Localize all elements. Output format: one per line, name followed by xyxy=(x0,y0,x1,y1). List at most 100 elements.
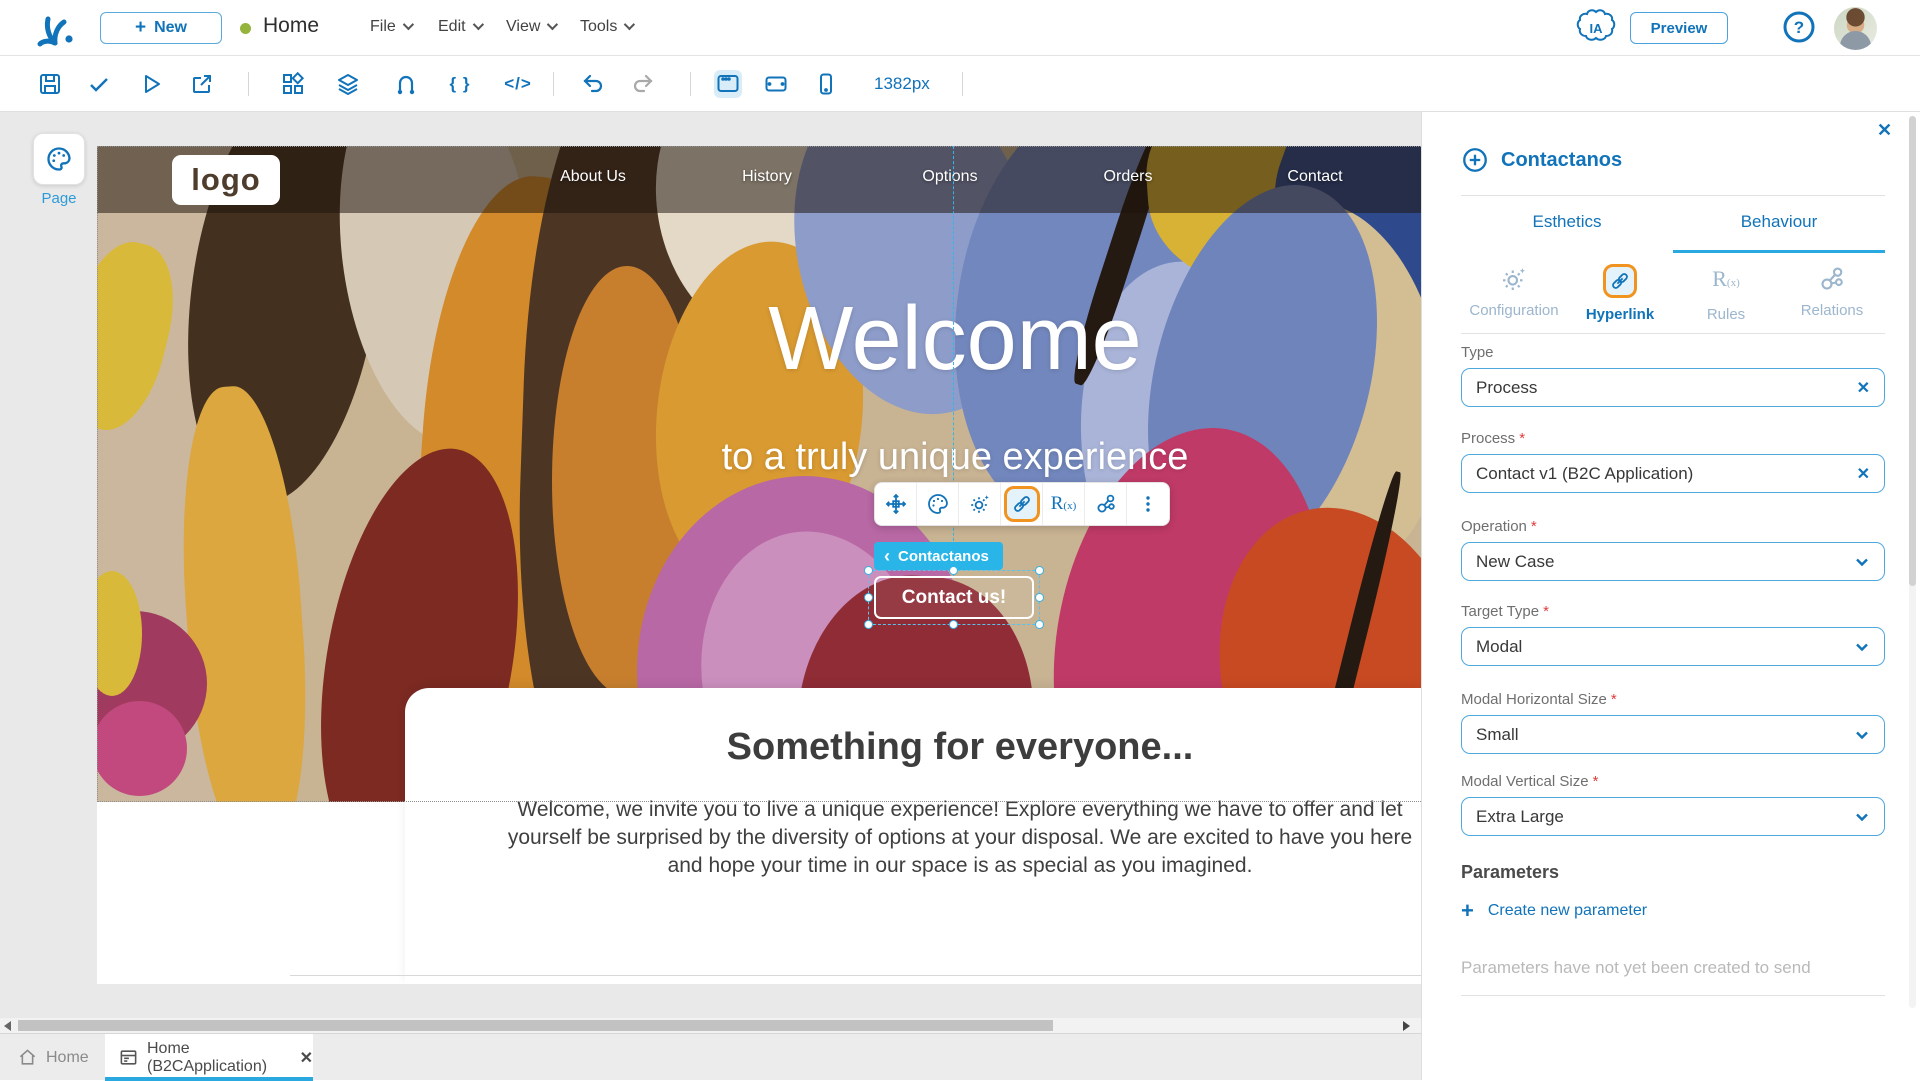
user-avatar[interactable] xyxy=(1834,7,1877,50)
chevron-down-icon[interactable] xyxy=(1854,639,1870,655)
page-style-button[interactable] xyxy=(33,133,85,185)
brand-logo-icon[interactable] xyxy=(36,10,76,50)
subtab-relations[interactable]: Relations xyxy=(1779,264,1885,323)
field-process-input[interactable]: Contact v1 (B2C Application) ✕ xyxy=(1461,454,1885,493)
contact-us-button[interactable]: Contact us! xyxy=(874,576,1034,619)
form-window-icon xyxy=(119,1048,138,1067)
panel-close-icon[interactable]: ✕ xyxy=(1877,120,1892,141)
selection-handle[interactable] xyxy=(949,566,958,575)
clear-icon[interactable]: ✕ xyxy=(1857,464,1870,484)
braces-icon[interactable]: { } xyxy=(446,70,474,98)
field-target-type-select[interactable]: Modal xyxy=(1461,627,1885,666)
chevron-down-icon xyxy=(624,18,636,30)
field-modal-horizontal-size: Modal Horizontal Size * Small xyxy=(1461,691,1885,754)
components-icon[interactable] xyxy=(279,70,307,98)
configuration-gear-icon xyxy=(1499,264,1529,294)
nav-link-orders[interactable]: Orders xyxy=(1104,168,1153,186)
subtab-configuration[interactable]: Configuration xyxy=(1461,264,1567,323)
nav-link-contact[interactable]: Contact xyxy=(1287,168,1342,186)
code-icon[interactable]: </> xyxy=(504,70,532,98)
ai-assistant-icon[interactable]: IA xyxy=(1576,8,1616,48)
chevron-down-icon[interactable] xyxy=(1854,809,1870,825)
preview-button-label: Preview xyxy=(1650,19,1708,37)
tab-close-icon[interactable]: ✕ xyxy=(300,1048,313,1068)
panel-scrollbar[interactable] xyxy=(1909,116,1916,1008)
panel-divider xyxy=(1461,995,1885,996)
page-title: Home xyxy=(263,14,320,37)
style-palette-icon[interactable] xyxy=(917,483,959,525)
field-target-type-value: Modal xyxy=(1476,636,1523,656)
field-type-input[interactable]: Process ✕ xyxy=(1461,368,1885,407)
field-modal-horizontal-size-select[interactable]: Small xyxy=(1461,715,1885,754)
chevron-down-icon[interactable] xyxy=(1854,727,1870,743)
tab-active-label: Home (B2CApplication) xyxy=(147,1039,268,1075)
selection-handle[interactable] xyxy=(949,620,958,629)
selection-handle[interactable] xyxy=(864,566,873,575)
relations-icon[interactable] xyxy=(1085,483,1127,525)
selection-handle[interactable] xyxy=(1035,593,1044,602)
scroll-right-arrow-icon[interactable] xyxy=(1403,1021,1410,1031)
tab-home-label: Home xyxy=(46,1048,89,1066)
redo-icon[interactable] xyxy=(629,70,657,98)
field-modal-vertical-size-select[interactable]: Extra Large xyxy=(1461,797,1885,836)
undo-icon[interactable] xyxy=(579,70,607,98)
rules-icon[interactable]: R(x) xyxy=(1043,483,1085,525)
nav-link-options[interactable]: Options xyxy=(922,168,977,186)
subtab-hyperlink[interactable]: Hyperlink xyxy=(1567,264,1673,323)
chevron-down-icon[interactable] xyxy=(1854,554,1870,570)
selection-handle[interactable] xyxy=(864,620,873,629)
run-play-icon[interactable] xyxy=(137,70,165,98)
scrollbar-thumb[interactable] xyxy=(18,1020,1053,1031)
tab-behaviour[interactable]: Behaviour xyxy=(1673,204,1885,240)
field-operation-select[interactable]: New Case xyxy=(1461,542,1885,581)
layers-icon[interactable] xyxy=(334,70,362,98)
device-desktop-icon[interactable] xyxy=(714,70,742,98)
menu-view[interactable]: View xyxy=(506,18,559,36)
panel-scrollbar-thumb[interactable] xyxy=(1909,116,1916,586)
export-icon[interactable] xyxy=(188,70,216,98)
menu-tools[interactable]: Tools xyxy=(580,18,636,36)
tab-esthetics[interactable]: Esthetics xyxy=(1461,204,1673,240)
help-icon[interactable]: ? xyxy=(1782,10,1816,44)
configuration-gear-icon[interactable] xyxy=(959,483,1001,525)
tab-home[interactable]: Home xyxy=(18,1034,89,1081)
chevron-down-icon xyxy=(402,18,414,30)
section-heading[interactable]: Something for everyone... xyxy=(405,726,1421,769)
device-mobile-icon[interactable] xyxy=(812,70,840,98)
scroll-left-arrow-icon[interactable] xyxy=(4,1021,11,1031)
clear-icon[interactable]: ✕ xyxy=(1857,378,1870,398)
field-modal-horizontal-size-value: Small xyxy=(1476,724,1519,744)
nav-link-about-us[interactable]: About Us xyxy=(560,168,626,186)
flow-connector-icon[interactable] xyxy=(392,70,420,98)
svg-text:IA: IA xyxy=(1590,21,1604,36)
selection-handle[interactable] xyxy=(1035,566,1044,575)
section-paragraph-line[interactable]: and hope your time in our space is as sp… xyxy=(405,852,1421,880)
hero-title[interactable]: Welcome xyxy=(355,288,1421,391)
tab-home-b2capplication[interactable]: Home (B2CApplication) ✕ xyxy=(105,1034,313,1081)
hyperlink-icon-active[interactable] xyxy=(1001,483,1043,525)
section-paragraph-line[interactable]: yourself be surprised by the diversity o… xyxy=(405,824,1421,852)
device-tablet-icon[interactable] xyxy=(762,70,790,98)
subtab-relations-label: Relations xyxy=(1800,302,1864,319)
new-button[interactable]: + New xyxy=(100,12,222,44)
panel-title-row: Contactanos xyxy=(1461,146,1622,174)
menu-edit[interactable]: Edit xyxy=(438,18,484,36)
subtab-rules[interactable]: R(x) Rules xyxy=(1673,264,1779,323)
horizontal-scrollbar[interactable] xyxy=(0,1018,1421,1033)
selected-element-breadcrumb[interactable]: ‹ Contactanos xyxy=(874,542,1003,570)
nav-link-history[interactable]: History xyxy=(742,168,792,186)
contact-us-label: Contact us! xyxy=(901,586,1007,608)
content-card[interactable]: Something for everyone... Welcome, we in… xyxy=(405,688,1421,984)
selection-handle[interactable] xyxy=(864,593,873,602)
menu-file[interactable]: File xyxy=(370,18,414,36)
create-new-parameter-button[interactable]: + Create new parameter xyxy=(1461,900,1647,922)
more-options-kebab-icon[interactable] xyxy=(1127,483,1169,525)
preview-button[interactable]: Preview xyxy=(1630,12,1728,44)
move-icon[interactable] xyxy=(875,483,917,525)
site-logo[interactable]: logo xyxy=(172,155,280,205)
save-icon[interactable] xyxy=(36,70,64,98)
section-paragraph-line[interactable]: Welcome, we invite you to live a unique … xyxy=(405,796,1421,824)
hero-subtitle[interactable]: to a truly unique experience xyxy=(355,436,1421,479)
validate-check-icon[interactable] xyxy=(85,70,113,98)
selection-handle[interactable] xyxy=(1035,620,1044,629)
